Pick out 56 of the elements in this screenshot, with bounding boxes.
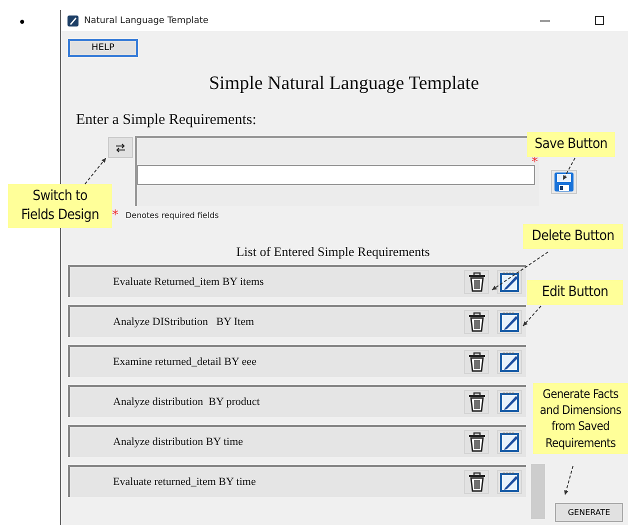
edit-button[interactable] [497, 270, 522, 294]
required-marker: * [112, 209, 118, 222]
callout-note: Generate Facts and Dimensions from Saved Requirements [533, 383, 628, 454]
callout-note: Edit Button [527, 280, 623, 305]
delete-button[interactable] [464, 470, 489, 494]
notepad-pen-icon [500, 272, 520, 292]
list-title: List of Entered Simple Requirements [235, 244, 431, 260]
delete-button[interactable] [464, 350, 489, 374]
delete-button[interactable] [464, 270, 489, 294]
help-button[interactable]: HELP [68, 39, 138, 57]
trash-icon [468, 312, 486, 332]
trash-icon [468, 392, 486, 412]
dashed-arrow [562, 158, 576, 180]
dashed-arrow [84, 158, 106, 184]
dashed-arrow [522, 306, 542, 326]
generate-button[interactable]: GENERATE [555, 503, 623, 522]
save-button[interactable] [551, 170, 577, 194]
edit-button[interactable] [497, 350, 522, 374]
app-icon [67, 14, 79, 26]
trash-icon [468, 272, 486, 292]
notepad-pen-icon [500, 352, 520, 372]
delete-button[interactable] [464, 310, 489, 334]
requirement-text: Examine returned_detail BY eee [113, 356, 258, 368]
edit-button[interactable] [497, 430, 522, 454]
requirement-text: Evaluate Returned_item BY items [113, 276, 265, 288]
callout-note: Delete Button [523, 224, 623, 249]
callout-note: Save Button [527, 132, 615, 157]
switch-button[interactable] [108, 137, 133, 158]
edit-button[interactable] [497, 310, 522, 334]
notepad-pen-icon [500, 312, 520, 332]
dashed-arrow [564, 466, 574, 496]
bullet-point: • [18, 15, 26, 31]
notepad-pen-icon [500, 392, 520, 412]
requirement-text: Evaluate returned_item BY time [113, 476, 257, 488]
requirement-text: Analyze distribution BY product [113, 396, 261, 408]
form-heading: Simple Natural Language Template [208, 73, 480, 95]
trash-icon [468, 472, 486, 492]
requirement-text: Analyze distribution BY time [113, 436, 244, 448]
prompt-label: Enter a Simple Requirements: [75, 112, 258, 129]
trash-icon [468, 352, 486, 372]
scrollbar-thumb[interactable] [531, 464, 545, 519]
requirement-input[interactable] [137, 165, 535, 185]
window-title: Natural Language Template [84, 16, 208, 26]
requirement-text: Analyze DIStribution BY Item [113, 316, 256, 328]
edit-button[interactable] [497, 390, 522, 414]
callout-note: Switch to Fields Design [8, 184, 112, 228]
maximize-icon[interactable] [595, 16, 604, 25]
notepad-pen-icon [500, 472, 520, 492]
required-marker: * [532, 156, 538, 169]
swap-arrows-icon [115, 142, 126, 152]
required-note: Denotes required fields [126, 211, 219, 220]
trash-icon [468, 432, 486, 452]
delete-button[interactable] [464, 430, 489, 454]
notepad-pen-icon [500, 432, 520, 452]
delete-button[interactable] [464, 390, 489, 414]
edit-button[interactable] [497, 470, 522, 494]
